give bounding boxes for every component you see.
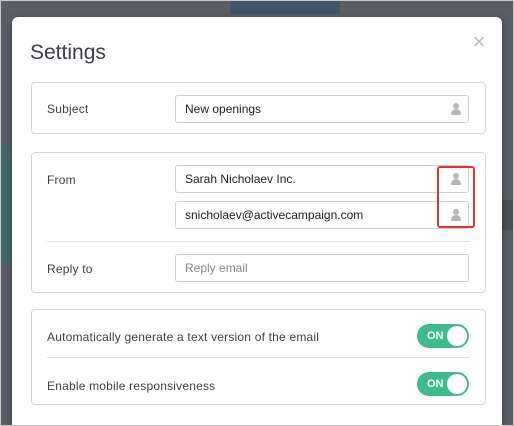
text-version-toggle[interactable]: ON	[417, 324, 469, 348]
reply-to-label: Reply to	[47, 262, 93, 276]
toggle-state-text: ON	[427, 330, 444, 342]
divider	[47, 241, 470, 242]
person-icon[interactable]	[450, 103, 462, 115]
mobile-responsive-toggle[interactable]: ON	[417, 372, 469, 396]
modal-title: Settings	[30, 41, 106, 64]
from-label: From	[47, 173, 76, 187]
toggle-knob	[447, 374, 467, 394]
divider	[47, 357, 470, 358]
background-side-strip	[0, 145, 12, 265]
subject-card: Subject	[31, 82, 486, 134]
from-name-input[interactable]	[175, 165, 469, 193]
person-icon[interactable]	[450, 173, 462, 185]
text-version-label: Automatically generate a text version of…	[47, 330, 320, 344]
options-card: Automatically generate a text version of…	[31, 309, 486, 405]
person-icon[interactable]	[450, 209, 462, 221]
toggle-knob	[447, 326, 467, 346]
toggle-state-text: ON	[427, 378, 444, 390]
mobile-responsive-label: Enable mobile responsiveness	[47, 379, 216, 393]
background-right-strip	[502, 200, 514, 230]
background-header-strip	[230, 0, 340, 14]
close-icon[interactable]: ×	[470, 31, 488, 53]
sender-card: From Reply to	[31, 152, 486, 293]
subject-input[interactable]	[175, 95, 469, 123]
settings-modal: Settings × Subject From Reply to Automat…	[12, 17, 502, 426]
reply-to-input[interactable]	[175, 254, 469, 282]
from-email-input[interactable]	[175, 201, 469, 229]
subject-label: Subject	[47, 102, 89, 116]
